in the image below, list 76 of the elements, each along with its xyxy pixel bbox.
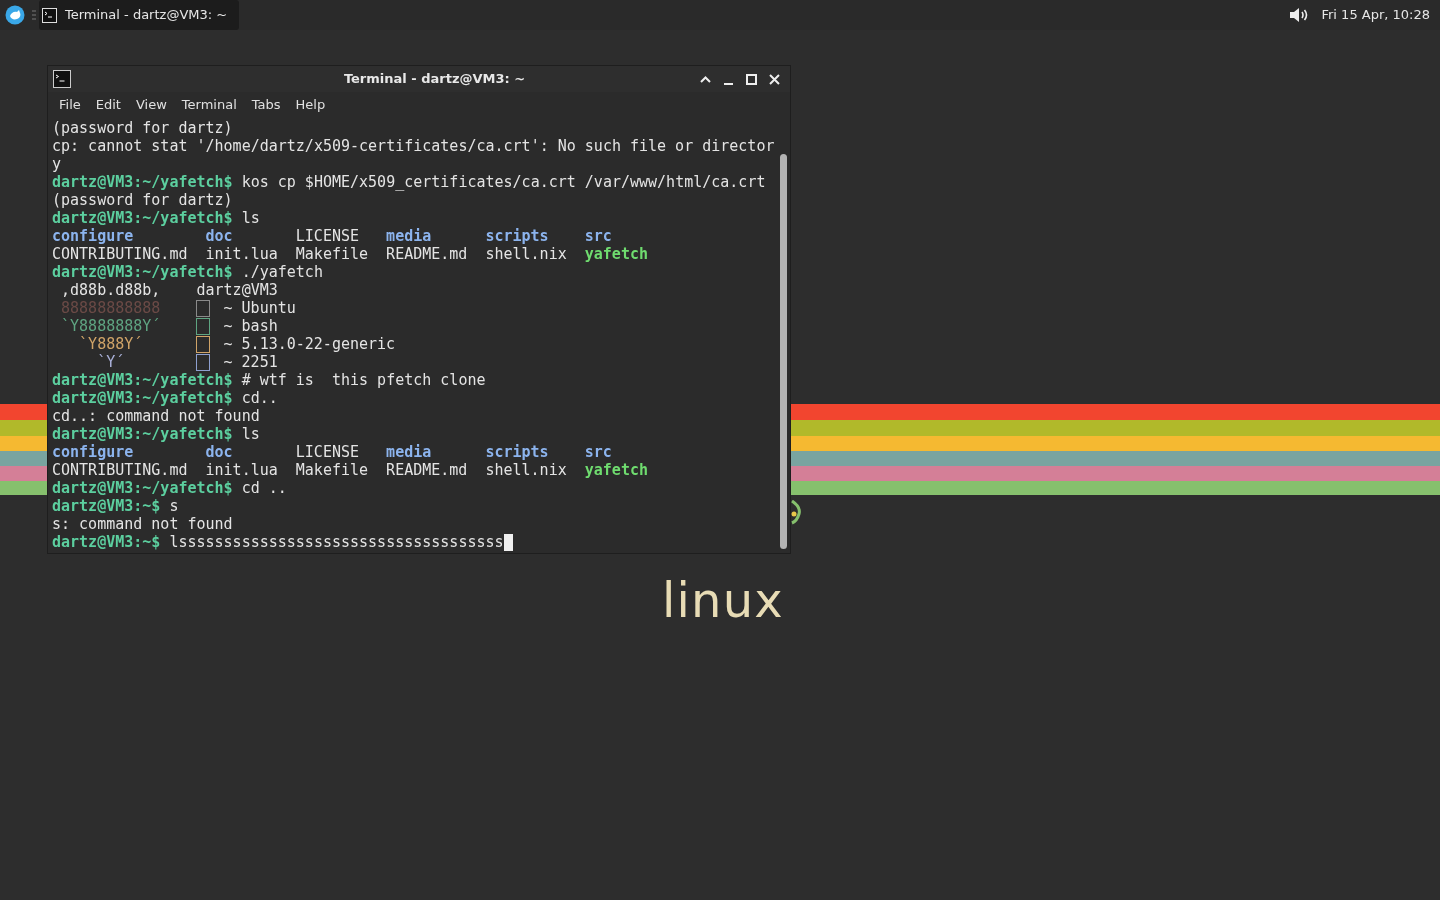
shell-prompt: dartz@VM3:~/yafetch$ [52,209,233,227]
shell-prompt: dartz@VM3:~/yafetch$ [52,425,233,443]
terminal-text: y [52,155,62,173]
menu-item[interactable]: File [52,93,88,117]
terminal-text: ~ Ubuntu [222,299,296,317]
directory-name: configure [52,443,134,461]
menu-item[interactable]: View [128,93,174,117]
directory-name: doc [205,443,233,461]
file-name: shell.nix [485,461,567,479]
directory-name: doc [205,227,233,245]
swirl-drawing [790,500,802,526]
terminal-text: cd.. [240,389,278,407]
text-cursor [503,533,513,551]
directory-name: src [584,227,612,245]
file-name: CONTRIBUTING.md [52,461,188,479]
shell-prompt: dartz@VM3:~/yafetch$ [52,371,233,389]
terminal-text: ~ 2251 [222,353,278,371]
terminal-text: ./yafetch [240,263,323,281]
terminal-text: lssssssssssssssssssssssssssssssssssss [168,533,504,551]
separator-handle-icon [32,10,36,20]
terminal-text: ls [240,425,260,443]
terminal-icon [42,7,57,23]
close-icon[interactable] [767,71,782,87]
ascii-art: `Y8888888Y´ [60,317,161,335]
shell-prompt: dartz@VM3:~/yafetch$ [52,263,233,281]
menu-item[interactable]: Terminal [174,93,244,117]
shell-prompt: dartz@VM3:~/yafetch$ [52,479,233,497]
executable-name: yafetch [584,461,648,479]
terminal-icon [53,70,71,88]
ascii-art: 88888888888 [60,299,161,317]
terminal-text: ,d88b.d88b, dartz@VM3 [60,281,278,299]
shell-prompt: dartz@VM3:~/yafetch$ [52,173,233,191]
file-name: CONTRIBUTING.md [52,245,188,263]
directory-name: media [386,443,432,461]
logo-text: linux [662,571,784,630]
window-title: Terminal - dartz@VM3: ~ [342,70,527,89]
file-name: Makefile [295,245,369,263]
menu-item[interactable]: Tabs [244,93,288,117]
terminal-text: s [168,497,179,515]
directory-name: configure [52,227,134,245]
volume-icon[interactable] [1289,7,1310,23]
file-name: README.md [386,461,468,479]
shell-prompt: dartz@VM3:~/yafetch$ [52,389,233,407]
clock-text: Fri 15 Apr, 10:28 [1321,6,1430,25]
terminal-text: ~ bash [222,317,278,335]
directory-name: scripts [485,443,549,461]
taskbar-button[interactable]: Terminal - dartz@VM3: ~ [39,0,239,30]
terminal-text: (password for dartz) [52,119,233,137]
directory-name: src [584,443,612,461]
menu-item[interactable]: Help [288,93,333,117]
ascii-art: `Y´ [96,353,125,371]
directory-name: media [386,227,432,245]
terminal-text: ls [240,209,260,227]
file-name: LICENSE [295,443,360,461]
directory-name: scripts [485,227,549,245]
terminal-text: cp: cannot stat '/home/dartz/x509-certificates/ca.crt': No such file or director [52,137,775,155]
shell-prompt: dartz@VM3:~$ [52,497,161,515]
terminal-text: cd..: command not found [52,407,260,425]
file-name: init.lua [205,245,278,263]
shell-prompt: dartz@VM3:~$ [52,533,161,551]
terminal-text: s: command not found [52,515,233,533]
terminal-text: cd .. [240,479,287,497]
file-name: init.lua [205,461,278,479]
file-name: LICENSE [295,227,360,245]
file-name: Makefile [295,461,369,479]
menu-item[interactable]: Edit [88,93,128,117]
app-menu-icon[interactable] [5,5,25,25]
terminal-text: ~ 5.13.0-22-generic [222,335,396,353]
terminal-text: (password for dartz) [52,191,233,209]
ascii-art: `Y888Y´ [78,335,143,353]
executable-name: yafetch [584,245,648,263]
terminal-text: # wtf is this pfetch clone [240,371,486,389]
file-name: README.md [386,245,468,263]
maximize-icon[interactable] [744,71,759,87]
file-name: shell.nix [485,245,567,263]
terminal-text: kos cp $HOME/x509_certificates/ca.crt /var/www/html/ca.crt [240,173,766,191]
